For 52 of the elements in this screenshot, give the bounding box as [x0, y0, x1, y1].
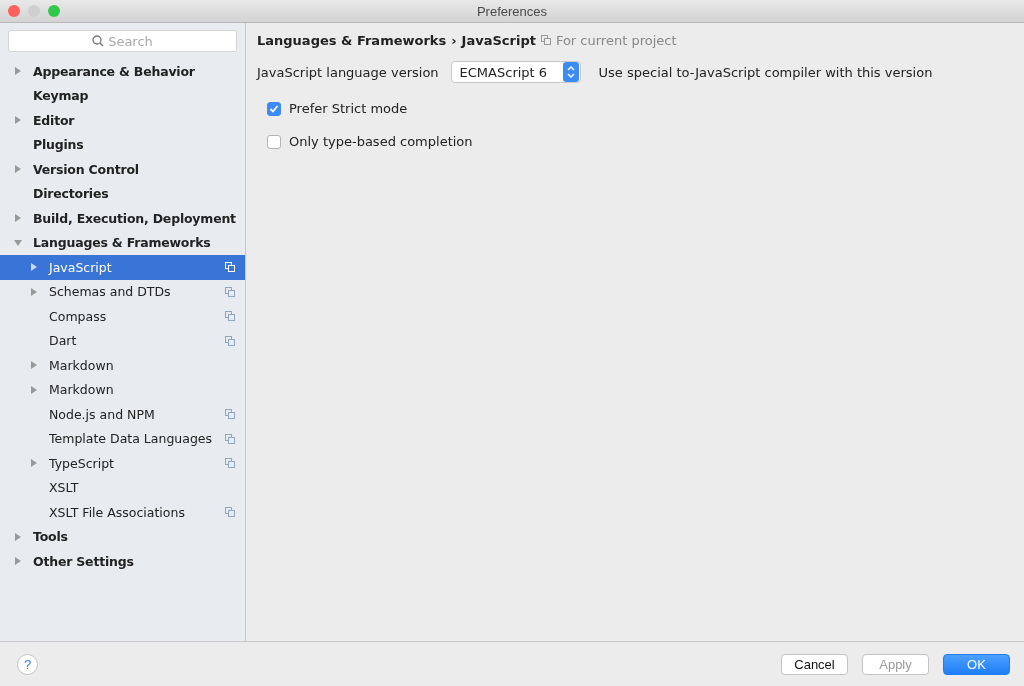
collapsed-arrow-icon[interactable] — [14, 67, 22, 76]
settings-tree-item[interactable]: Plugins — [0, 132, 245, 157]
option-checkbox[interactable]: Prefer Strict mode — [267, 101, 408, 116]
collapsed-arrow-icon[interactable] — [30, 263, 38, 272]
dialog-button[interactable]: Cancel — [781, 653, 848, 675]
settings-tree-item[interactable]: Other Settings — [0, 549, 245, 574]
settings-tree-item[interactable]: Schemas and DTDs — [0, 279, 245, 304]
collapsed-arrow-icon[interactable] — [30, 287, 38, 296]
search-field[interactable]: Search — [8, 30, 237, 52]
search-icon — [92, 35, 104, 47]
breadcrumb-separator: › — [451, 32, 457, 48]
expanded-arrow-icon[interactable] — [14, 238, 22, 247]
collapsed-arrow-icon[interactable] — [14, 165, 22, 174]
settings-tree-item[interactable]: Tools — [0, 524, 245, 549]
close-window-button[interactable] — [8, 5, 20, 17]
version-label: JavaScript language version — [257, 64, 439, 80]
settings-tree-item[interactable]: Directories — [0, 181, 245, 206]
project-scope-icon — [540, 35, 551, 45]
check-icon — [269, 103, 279, 114]
breadcrumb-parent: Languages & Frameworks — [257, 32, 447, 48]
settings-tree-item[interactable]: Markdown — [0, 353, 245, 378]
collapsed-arrow-icon[interactable] — [30, 385, 38, 394]
settings-tree-item[interactable]: Build, Execution, Deployment — [0, 206, 245, 231]
settings-tree-item[interactable]: XSLT — [0, 475, 245, 500]
settings-tree-item[interactable]: Compass — [0, 304, 245, 329]
settings-tree-item[interactable]: TypeScript — [0, 451, 245, 476]
settings-tree-item[interactable]: Keymap — [0, 83, 245, 108]
settings-tree-item[interactable]: Editor — [0, 108, 245, 133]
collapsed-arrow-icon[interactable] — [14, 214, 22, 223]
version-dropdown[interactable]: ECMAScript 6 — [450, 61, 581, 83]
collapsed-arrow-icon[interactable] — [30, 459, 38, 468]
settings-tree-item[interactable]: Template Data Languages — [0, 426, 245, 451]
settings-tree-item[interactable]: XSLT File Associations — [0, 500, 245, 525]
collapsed-arrow-icon[interactable] — [30, 361, 38, 370]
version-hint: Use special to-JavaScript compiler with this version — [598, 64, 933, 80]
help-button[interactable]: ? — [17, 653, 38, 675]
zoom-window-button[interactable] — [48, 5, 60, 17]
collapsed-arrow-icon[interactable] — [14, 116, 22, 125]
settings-tree-item[interactable]: JavaScript — [0, 255, 245, 280]
stepper-icon — [562, 62, 579, 82]
settings-tree-item[interactable]: Node.js and NPM — [0, 402, 245, 427]
option-checkbox[interactable]: Only type-based completion — [267, 134, 473, 149]
scope-label: For current project — [555, 32, 677, 48]
collapsed-arrow-icon[interactable] — [14, 557, 22, 566]
settings-tree-item[interactable]: Version Control — [0, 157, 245, 182]
breadcrumb-current: JavaScript — [461, 32, 536, 48]
settings-tree-item[interactable]: Markdown — [0, 377, 245, 402]
collapsed-arrow-icon[interactable] — [14, 532, 22, 541]
settings-tree-item[interactable]: Appearance & Behavior — [0, 59, 245, 84]
settings-tree-item[interactable]: Dart — [0, 328, 245, 353]
settings-tree-item[interactable]: Languages & Frameworks — [0, 230, 245, 255]
window-title: Preferences — [476, 3, 548, 19]
